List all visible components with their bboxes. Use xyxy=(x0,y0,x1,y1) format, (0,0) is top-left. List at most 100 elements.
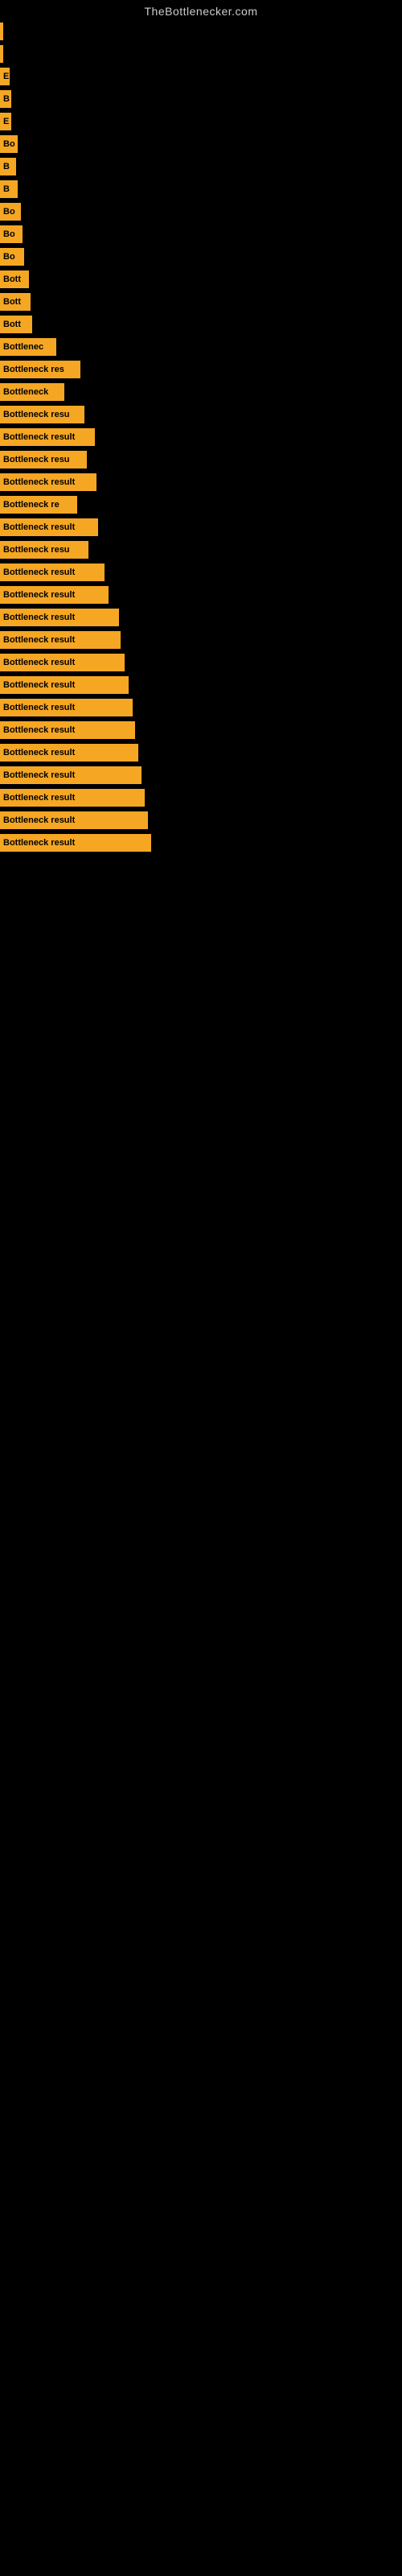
bar-item: Bottleneck result xyxy=(0,721,135,739)
bar-row: Bo xyxy=(0,224,402,245)
bar-item: B xyxy=(0,90,11,108)
bar-row: Bottleneck result xyxy=(0,652,402,673)
bar-item: Bottleneck result xyxy=(0,428,95,446)
bar-label: Bo xyxy=(3,207,15,217)
bar-item: Bottleneck result xyxy=(0,744,138,762)
bar-row: Bottleneck resu xyxy=(0,449,402,470)
bar-item: B xyxy=(0,180,18,198)
bar-row: Bottleneck result xyxy=(0,742,402,763)
bar-item: Bottleneck result xyxy=(0,699,133,716)
bar-item: Bo xyxy=(0,225,23,243)
bar-row: Bottleneck result xyxy=(0,832,402,853)
bar-row: Bo xyxy=(0,246,402,267)
bar-item: Bottleneck result xyxy=(0,564,105,581)
bar-row: Bo xyxy=(0,134,402,155)
bar-row: Bottleneck resu xyxy=(0,539,402,560)
bar-row: Bottleneck result xyxy=(0,810,402,831)
bar-label: Bott xyxy=(3,320,21,329)
bar-row: Bottleneck resu xyxy=(0,404,402,425)
bar-label: Bottleneck result xyxy=(3,680,75,690)
bar-label: Bottleneck result xyxy=(3,838,75,848)
bar-row: Bottleneck result xyxy=(0,630,402,650)
bar-row: Bo xyxy=(0,201,402,222)
bar-label: Bottleneck result xyxy=(3,748,75,758)
bar-row: B xyxy=(0,89,402,109)
bar-row: B xyxy=(0,179,402,200)
bar-row: Bottleneck re xyxy=(0,494,402,515)
bar-label: Bottleneck result xyxy=(3,770,75,780)
bar-label: Bo xyxy=(3,252,15,262)
bar-row xyxy=(0,21,402,42)
bar-row: Bottleneck result xyxy=(0,562,402,583)
bar-item: Bottleneck result xyxy=(0,609,119,626)
bar-item: Bottleneck result xyxy=(0,473,96,491)
bar-item: Bottleneck result xyxy=(0,654,125,671)
bar-item: Bottleneck res xyxy=(0,361,80,378)
bar-label: Bottleneck resu xyxy=(3,410,70,419)
bars-container: EBEBoBBBoBoBoBottBottBottBottlenecBottle… xyxy=(0,21,402,853)
bar-item: Bott xyxy=(0,316,32,333)
bar-label: Bottleneck result xyxy=(3,815,75,825)
bar-item: Bottleneck xyxy=(0,383,64,401)
bar-item: Bottleneck resu xyxy=(0,406,84,423)
bar-label: Bott xyxy=(3,275,21,284)
bar-row: Bottleneck result xyxy=(0,787,402,808)
bar-row: Bott xyxy=(0,314,402,335)
bar-row: B xyxy=(0,156,402,177)
bar-item: Bo xyxy=(0,135,18,153)
bar-row: Bottleneck result xyxy=(0,675,402,696)
bar-label: Bottleneck xyxy=(3,387,48,397)
bar-item: Bottleneck result xyxy=(0,676,129,694)
bar-label: Bottleneck res xyxy=(3,365,64,374)
bar-label: Bottleneck re xyxy=(3,500,59,510)
bar-item: Bottleneck re xyxy=(0,496,77,514)
bar-row xyxy=(0,43,402,64)
bar-item: B xyxy=(0,158,16,175)
bar-item: Bo xyxy=(0,248,24,266)
bar-row: Bott xyxy=(0,291,402,312)
bar-item: Bottleneck resu xyxy=(0,451,87,469)
bar-item: Bottleneck result xyxy=(0,631,121,649)
bar-label: Bottleneck resu xyxy=(3,545,70,555)
bar-row: E xyxy=(0,111,402,132)
bar-label: Bottleneck result xyxy=(3,793,75,803)
bar-row: Bott xyxy=(0,269,402,290)
bar-row: Bottleneck result xyxy=(0,765,402,786)
bar-label: Bottleneck result xyxy=(3,703,75,712)
bar-label: Bottleneck result xyxy=(3,613,75,622)
bar-label: Bo xyxy=(3,139,15,149)
site-title: TheBottlenecker.com xyxy=(0,0,402,21)
bar-label: Bott xyxy=(3,297,21,307)
bar-label: Bottleneck result xyxy=(3,590,75,600)
bar-item: Bottleneck result xyxy=(0,811,148,829)
bar-label: Bottlenec xyxy=(3,342,43,352)
bar-label: E xyxy=(3,117,9,126)
bar-label: Bottleneck result xyxy=(3,658,75,667)
bar-item: Bott xyxy=(0,270,29,288)
bar-row: Bottleneck result xyxy=(0,584,402,605)
bar-row: Bottlenec xyxy=(0,336,402,357)
bar-item: Bottleneck result xyxy=(0,789,145,807)
bar-label: E xyxy=(3,72,9,81)
bar-item: E xyxy=(0,68,10,85)
bar-item: Bottleneck result xyxy=(0,586,109,604)
bar-row: Bottleneck result xyxy=(0,697,402,718)
bar-label: Bottleneck result xyxy=(3,432,75,442)
bar-label: B xyxy=(3,162,10,171)
bar-label: B xyxy=(3,94,10,104)
bar-label: Bottleneck result xyxy=(3,725,75,735)
bar-row: Bottleneck result xyxy=(0,427,402,448)
bar-row: Bottleneck result xyxy=(0,472,402,493)
bar-item: Bottleneck result xyxy=(0,834,151,852)
bar-item xyxy=(0,45,3,63)
bar-item: Bott xyxy=(0,293,31,311)
bar-item: Bottleneck resu xyxy=(0,541,88,559)
bar-item: Bottleneck result xyxy=(0,518,98,536)
bar-item: Bottleneck result xyxy=(0,766,142,784)
bar-label: Bottleneck resu xyxy=(3,455,70,464)
bar-label: Bottleneck result xyxy=(3,522,75,532)
bar-label: Bo xyxy=(3,229,15,239)
bar-label: Bottleneck result xyxy=(3,635,75,645)
bar-label: Bottleneck result xyxy=(3,477,75,487)
bar-item xyxy=(0,23,3,40)
